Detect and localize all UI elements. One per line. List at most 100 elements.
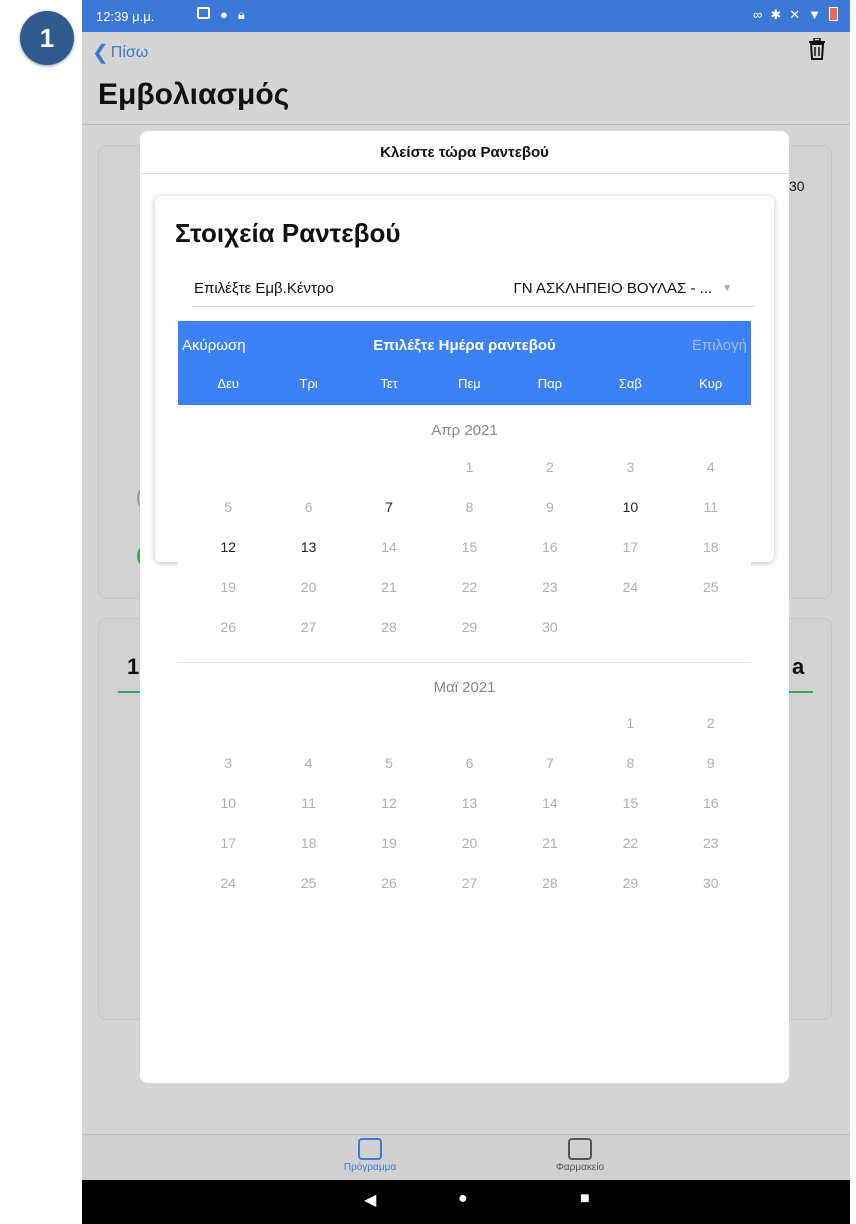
weekday-label: Δευ <box>217 376 239 391</box>
calendar-blank <box>349 703 429 743</box>
calendar-day: 2 <box>706 715 715 731</box>
page-title: Εμβολιασμός <box>98 78 290 111</box>
calendar-day: 11 <box>703 499 719 515</box>
step-badge: 1 <box>20 11 74 65</box>
calendar-day: 27 <box>461 875 478 891</box>
calendar-day-available[interactable]: 10 <box>590 487 670 527</box>
battery-icon <box>829 7 838 21</box>
trash-icon <box>809 37 825 60</box>
month-label-april: Απρ 2021 <box>431 422 498 439</box>
calendar-day: 30 <box>542 619 558 635</box>
calendar-day: 23 <box>542 579 558 595</box>
calendar-day: 19 <box>381 835 397 851</box>
modal-header: Κλείστε τώρα Ραντεβού <box>140 131 789 174</box>
nav-home-icon[interactable]: ● <box>458 1190 468 1208</box>
calendar-day: 7 <box>546 755 554 771</box>
calendar-select-button[interactable]: Επιλογή <box>692 337 747 354</box>
calendar-day: 5 <box>224 499 233 515</box>
background-green-line-right <box>789 691 813 693</box>
weekday-label: Τετ <box>380 376 398 391</box>
calendar-day: 17 <box>220 835 236 851</box>
weekday-label: Κυρ <box>699 376 723 391</box>
tab-pharmacy[interactable]: Φαρμακείο <box>530 1138 630 1173</box>
calendar-day: 3 <box>626 459 635 475</box>
center-label: Επιλέξτε Εμβ.Κέντρο <box>194 280 334 297</box>
calendar-day: 26 <box>220 619 236 635</box>
calendar-day: 20 <box>300 579 317 595</box>
calendar-day-available[interactable]: 12 <box>188 527 268 567</box>
tab-program[interactable]: Πρόγραμμα <box>320 1138 420 1173</box>
calendar-day: 17 <box>622 539 639 555</box>
weekday-label: Πεμ <box>458 376 481 391</box>
calendar-blank <box>429 703 509 743</box>
calendar-day: 2 <box>546 459 554 475</box>
calendar-day: 15 <box>461 539 478 555</box>
calendar-day: 1 <box>626 715 635 731</box>
calendar-blank <box>188 447 268 487</box>
calendar-day: 12 <box>381 795 397 811</box>
nav-back-icon[interactable]: ◀ <box>364 1190 376 1210</box>
calendar-day: 16 <box>702 795 719 811</box>
calendar-day: 4 <box>706 459 715 475</box>
device-screen: 12:39 μ.μ. ● 🔒︎ ∞ ✱ ✕ ▼ ❮ Πίσω Εμβολιασμ… <box>82 0 850 1224</box>
calendar-day: 3 <box>224 755 233 771</box>
calendar-day-available[interactable]: 13 <box>268 527 348 567</box>
calendar-day: 14 <box>542 795 558 811</box>
month-separator <box>178 662 751 663</box>
calendar-day: 21 <box>542 835 558 851</box>
calendar-day: 23 <box>702 835 719 851</box>
delete-button[interactable] <box>808 37 826 66</box>
weekday-label: Τρι <box>299 376 318 391</box>
calendar-day: 13 <box>461 795 478 811</box>
calendar-day: 25 <box>300 875 317 891</box>
dropdown-caret-icon: ▼ <box>722 283 732 294</box>
calendar-day: 14 <box>381 539 397 555</box>
calendar-day: 28 <box>542 875 558 891</box>
center-select[interactable]: ΓΝ ΑΣΚΛΗΠΕΙΟ ΒΟΥΛΑΣ - ... ▼ <box>513 280 732 297</box>
center-value: ΓΝ ΑΣΚΛΗΠΕΙΟ ΒΟΥΛΑΣ - ... <box>513 280 713 297</box>
image-notification-icon <box>197 7 210 19</box>
calendar-day: 25 <box>702 579 719 595</box>
bluetooth-icon: ✱ <box>770 7 782 22</box>
calendar-title: Επιλέξτε Ημέρα ραντεβού <box>373 337 556 354</box>
status-bar: 12:39 μ.μ. ● 🔒︎ ∞ ✱ ✕ ▼ <box>82 0 850 32</box>
calendar-day: 18 <box>702 539 719 555</box>
calendar-body: Απρ 2021 1 2 3 4 5 6 7 8 9 10 11 12 13 14 15 16 17 18 19 20… <box>178 405 751 1083</box>
calendar-day: 5 <box>385 755 393 771</box>
background-section-right: a <box>792 654 805 679</box>
calendar-blank <box>188 703 268 743</box>
calendar-day: 1 <box>465 459 474 475</box>
calendar-day: 30 <box>702 875 719 891</box>
status-time: 12:39 μ.μ. <box>96 9 155 24</box>
calendar-blank <box>268 703 348 743</box>
background-section-number: 1 <box>127 654 140 679</box>
calendar-day: 26 <box>381 875 397 891</box>
mute-icon: ✕ <box>789 7 801 22</box>
chat-notification-icon: ● <box>220 7 228 22</box>
month-label-may: Μαϊ 2021 <box>433 679 496 696</box>
calendar-day: 16 <box>542 539 558 555</box>
calendar-day: 9 <box>706 755 715 771</box>
tab-program-label: Πρόγραμμα <box>343 1162 397 1173</box>
nav-recents-icon[interactable]: ■ <box>580 1190 590 1208</box>
tab-bar: Πρόγραμμα Φαρμακείο <box>82 1134 850 1181</box>
calendar-day: 29 <box>622 875 639 891</box>
calendar-blank <box>268 447 348 487</box>
calendar-day: 9 <box>546 499 554 515</box>
calendar-day: 22 <box>461 579 478 595</box>
back-button[interactable]: ❮ Πίσω <box>92 40 148 65</box>
calendar-day: 19 <box>220 579 236 595</box>
inbox-icon <box>568 1138 592 1160</box>
calendar-day: 8 <box>626 755 635 771</box>
month-grid-april: 1 2 3 4 5 6 7 8 9 10 11 12 13 14 15 16 17 18 19 20 21 22 23 24 2… <box>188 447 751 647</box>
calendar-icon <box>358 1138 382 1160</box>
calendar-day: 6 <box>465 755 474 771</box>
calendar-day-available[interactable]: 7 <box>349 487 429 527</box>
calendar-blank <box>349 447 429 487</box>
calendar-day: 11 <box>301 795 316 811</box>
calendar-day: 21 <box>381 579 397 595</box>
calendar-day: 20 <box>461 835 478 851</box>
background-partial-text: 30 <box>789 178 805 194</box>
month-grid-may: 1 2 3 4 5 6 7 8 9 10 11 12 13 14 15 16 17 18 19 20 21 22 23 24 2… <box>188 703 751 903</box>
calendar-day: 24 <box>220 875 236 891</box>
